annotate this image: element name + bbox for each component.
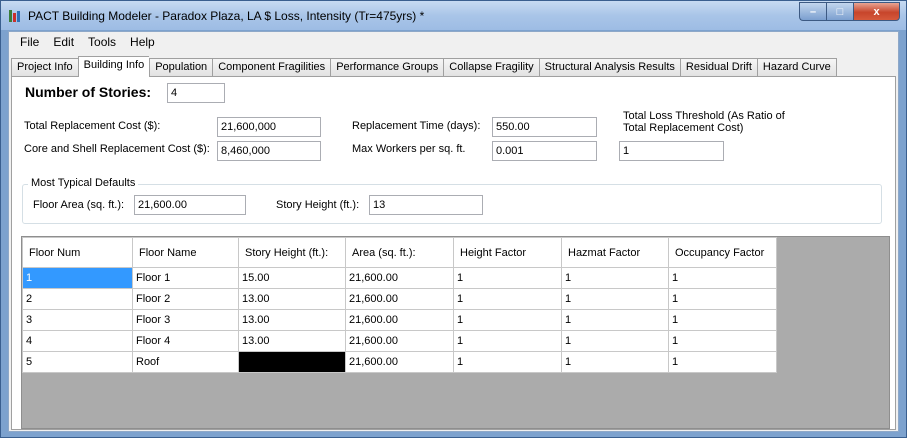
window-title: PACT Building Modeler - Paradox Plaza, L…: [28, 9, 425, 23]
menu-file[interactable]: File: [13, 35, 46, 49]
table-cell[interactable]: 1: [668, 351, 777, 373]
table-cell[interactable]: 1: [561, 267, 669, 289]
table-cell[interactable]: 13.00: [238, 330, 346, 352]
menu-bar: File Edit Tools Help: [9, 32, 898, 52]
tab-residual-drift[interactable]: Residual Drift: [679, 58, 757, 77]
table-cell[interactable]: Floor 3: [132, 309, 239, 331]
menu-tools[interactable]: Tools: [81, 35, 123, 49]
column-header[interactable]: Height Factor: [453, 237, 562, 268]
table-cell[interactable]: 13.00: [238, 288, 346, 310]
table-cell[interactable]: 4: [22, 330, 133, 352]
table-cell[interactable]: 1: [453, 351, 562, 373]
table-cell[interactable]: 1: [668, 330, 777, 352]
table-row: 3 Floor 3 13.00 21,600.00 1 1 1: [22, 309, 777, 331]
tab-collapse-fragility[interactable]: Collapse Fragility: [443, 58, 539, 77]
table-cell[interactable]: 1: [561, 351, 669, 373]
stories-label: Number of Stories:: [25, 84, 152, 100]
table-cell[interactable]: Roof: [132, 351, 239, 373]
app-icon: [9, 10, 23, 22]
table-cell-disabled: [238, 351, 346, 373]
table-row: 2 Floor 2 13.00 21,600.00 1 1 1: [22, 288, 777, 310]
table-row: 5 Roof 21,600.00 1 1 1: [22, 351, 777, 373]
table-cell[interactable]: 1: [561, 309, 669, 331]
loss-threshold-label-line1: Total Loss Threshold (As Ratio of: [623, 110, 785, 122]
story-height-label: Story Height (ft.):: [276, 199, 360, 211]
table-cell[interactable]: 21,600.00: [345, 267, 454, 289]
floor-area-label: Floor Area (sq. ft.):: [33, 199, 125, 211]
column-header[interactable]: Floor Num: [22, 237, 133, 268]
table-cell[interactable]: 21,600.00: [345, 288, 454, 310]
max-workers-label: Max Workers per sq. ft.: [352, 143, 466, 155]
table-cell[interactable]: 1: [668, 309, 777, 331]
core-cost-label: Core and Shell Replacement Cost ($):: [24, 143, 210, 155]
menu-edit[interactable]: Edit: [46, 35, 81, 49]
table-cell[interactable]: 21,600.00: [345, 351, 454, 373]
story-height-input[interactable]: 13: [369, 195, 483, 215]
table-cell[interactable]: 2: [22, 288, 133, 310]
table-cell[interactable]: 21,600.00: [345, 309, 454, 331]
floors-grid: Floor Num Floor Name Story Height (ft.):…: [21, 236, 890, 429]
core-cost-input[interactable]: 8,460,000: [217, 141, 321, 161]
stories-input[interactable]: 4: [167, 83, 225, 103]
minimize-button[interactable]: –: [799, 2, 826, 21]
column-header[interactable]: Floor Name: [132, 237, 239, 268]
column-header[interactable]: Area (sq. ft.):: [345, 237, 454, 268]
total-cost-label: Total Replacement Cost ($):: [24, 120, 161, 132]
table-row: 4 Floor 4 13.00 21,600.00 1 1 1: [22, 330, 777, 352]
table-cell[interactable]: 13.00: [238, 309, 346, 331]
tab-population[interactable]: Population: [149, 58, 213, 77]
maximize-button[interactable]: □: [826, 2, 853, 21]
close-button[interactable]: x: [853, 2, 900, 21]
table-cell[interactable]: 1: [561, 288, 669, 310]
tab-building-info[interactable]: Building Info: [77, 56, 150, 77]
building-info-panel: Number of Stories: 4 Total Replacement C…: [11, 76, 896, 430]
table-cell[interactable]: 3: [22, 309, 133, 331]
tab-project-info[interactable]: Project Info: [11, 58, 78, 77]
client-area: File Edit Tools Help Project Info Buildi…: [8, 31, 899, 432]
table-cell[interactable]: 1: [453, 330, 562, 352]
floors-table: Floor Num Floor Name Story Height (ft.):…: [22, 237, 777, 373]
column-header[interactable]: Hazmat Factor: [561, 237, 669, 268]
defaults-group-title: Most Typical Defaults: [28, 177, 139, 189]
table-cell[interactable]: 5: [22, 351, 133, 373]
tab-strip: Project Info Building Info Population Co…: [11, 56, 837, 77]
tab-hazard-curve[interactable]: Hazard Curve: [756, 58, 837, 77]
table-cell[interactable]: 1: [668, 288, 777, 310]
loss-threshold-input[interactable]: 1: [619, 141, 724, 161]
floor-area-input[interactable]: 21,600.00: [134, 195, 246, 215]
table-cell[interactable]: Floor 1: [132, 267, 239, 289]
table-cell[interactable]: Floor 2: [132, 288, 239, 310]
menu-help[interactable]: Help: [123, 35, 162, 49]
replacement-time-input[interactable]: 550.00: [492, 117, 597, 137]
table-cell[interactable]: 21,600.00: [345, 330, 454, 352]
table-cell[interactable]: 1: [22, 267, 133, 289]
title-bar[interactable]: PACT Building Modeler - Paradox Plaza, L…: [1, 1, 906, 30]
total-cost-input[interactable]: 21,600,000: [217, 117, 321, 137]
table-cell[interactable]: 1: [453, 309, 562, 331]
table-cell[interactable]: 1: [668, 267, 777, 289]
column-header[interactable]: Occupancy Factor: [668, 237, 777, 268]
table-cell[interactable]: 1: [453, 288, 562, 310]
table-cell[interactable]: 15.00: [238, 267, 346, 289]
max-workers-input[interactable]: 0.001: [492, 141, 597, 161]
table-cell[interactable]: Floor 4: [132, 330, 239, 352]
tab-component-fragilities[interactable]: Component Fragilities: [212, 58, 331, 77]
loss-threshold-label-line2: Total Replacement Cost): [623, 122, 744, 134]
app-window: PACT Building Modeler - Paradox Plaza, L…: [0, 0, 907, 438]
table-row: 1 Floor 1 15.00 21,600.00 1 1 1: [22, 267, 777, 289]
replacement-time-label: Replacement Time (days):: [352, 120, 481, 132]
table-cell[interactable]: 1: [453, 267, 562, 289]
table-cell[interactable]: 1: [561, 330, 669, 352]
tab-performance-groups[interactable]: Performance Groups: [330, 58, 444, 77]
column-header[interactable]: Story Height (ft.):: [238, 237, 346, 268]
tab-structural-analysis-results[interactable]: Structural Analysis Results: [538, 58, 680, 77]
